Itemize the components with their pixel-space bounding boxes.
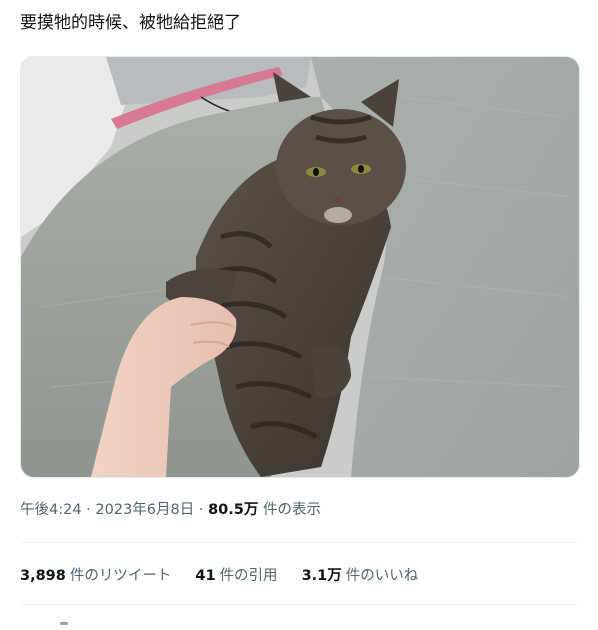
meta-separator: ·	[81, 502, 96, 518]
likes-count: 3.1万	[301, 568, 342, 584]
tweet-text: 要摸牠的時候、被牠給拒絕了	[20, 13, 241, 33]
likes-label: 件のいいね	[345, 568, 419, 584]
tweet-meta: 午後4:24 · 2023年6月8日 · 80.5万 件の表示	[20, 498, 321, 519]
retweets-count: 3,898	[20, 568, 66, 584]
likes-stat[interactable]: 3.1万 件のいいね	[302, 564, 419, 585]
engagement-stats: 3,898 件のリツイート 41 件の引用 3.1万 件のいいね	[20, 564, 418, 585]
action-icon-peek	[60, 622, 68, 625]
views-label: 件の表示	[258, 502, 321, 518]
cat-photo	[21, 57, 579, 477]
retweets-label: 件のリツイート	[69, 568, 172, 584]
tweet-photo[interactable]	[20, 56, 580, 478]
quotes-stat[interactable]: 41 件の引用	[195, 564, 277, 585]
views-count: 80.5万	[208, 502, 259, 518]
quotes-count: 41	[195, 568, 216, 584]
divider	[20, 542, 578, 543]
divider	[20, 604, 578, 605]
meta-separator: ·	[194, 502, 209, 518]
retweets-stat[interactable]: 3,898 件のリツイート	[20, 564, 171, 585]
tweet-date[interactable]: 2023年6月8日	[95, 502, 194, 518]
quotes-label: 件の引用	[219, 568, 278, 584]
tweet-time[interactable]: 午後4:24	[20, 502, 82, 518]
